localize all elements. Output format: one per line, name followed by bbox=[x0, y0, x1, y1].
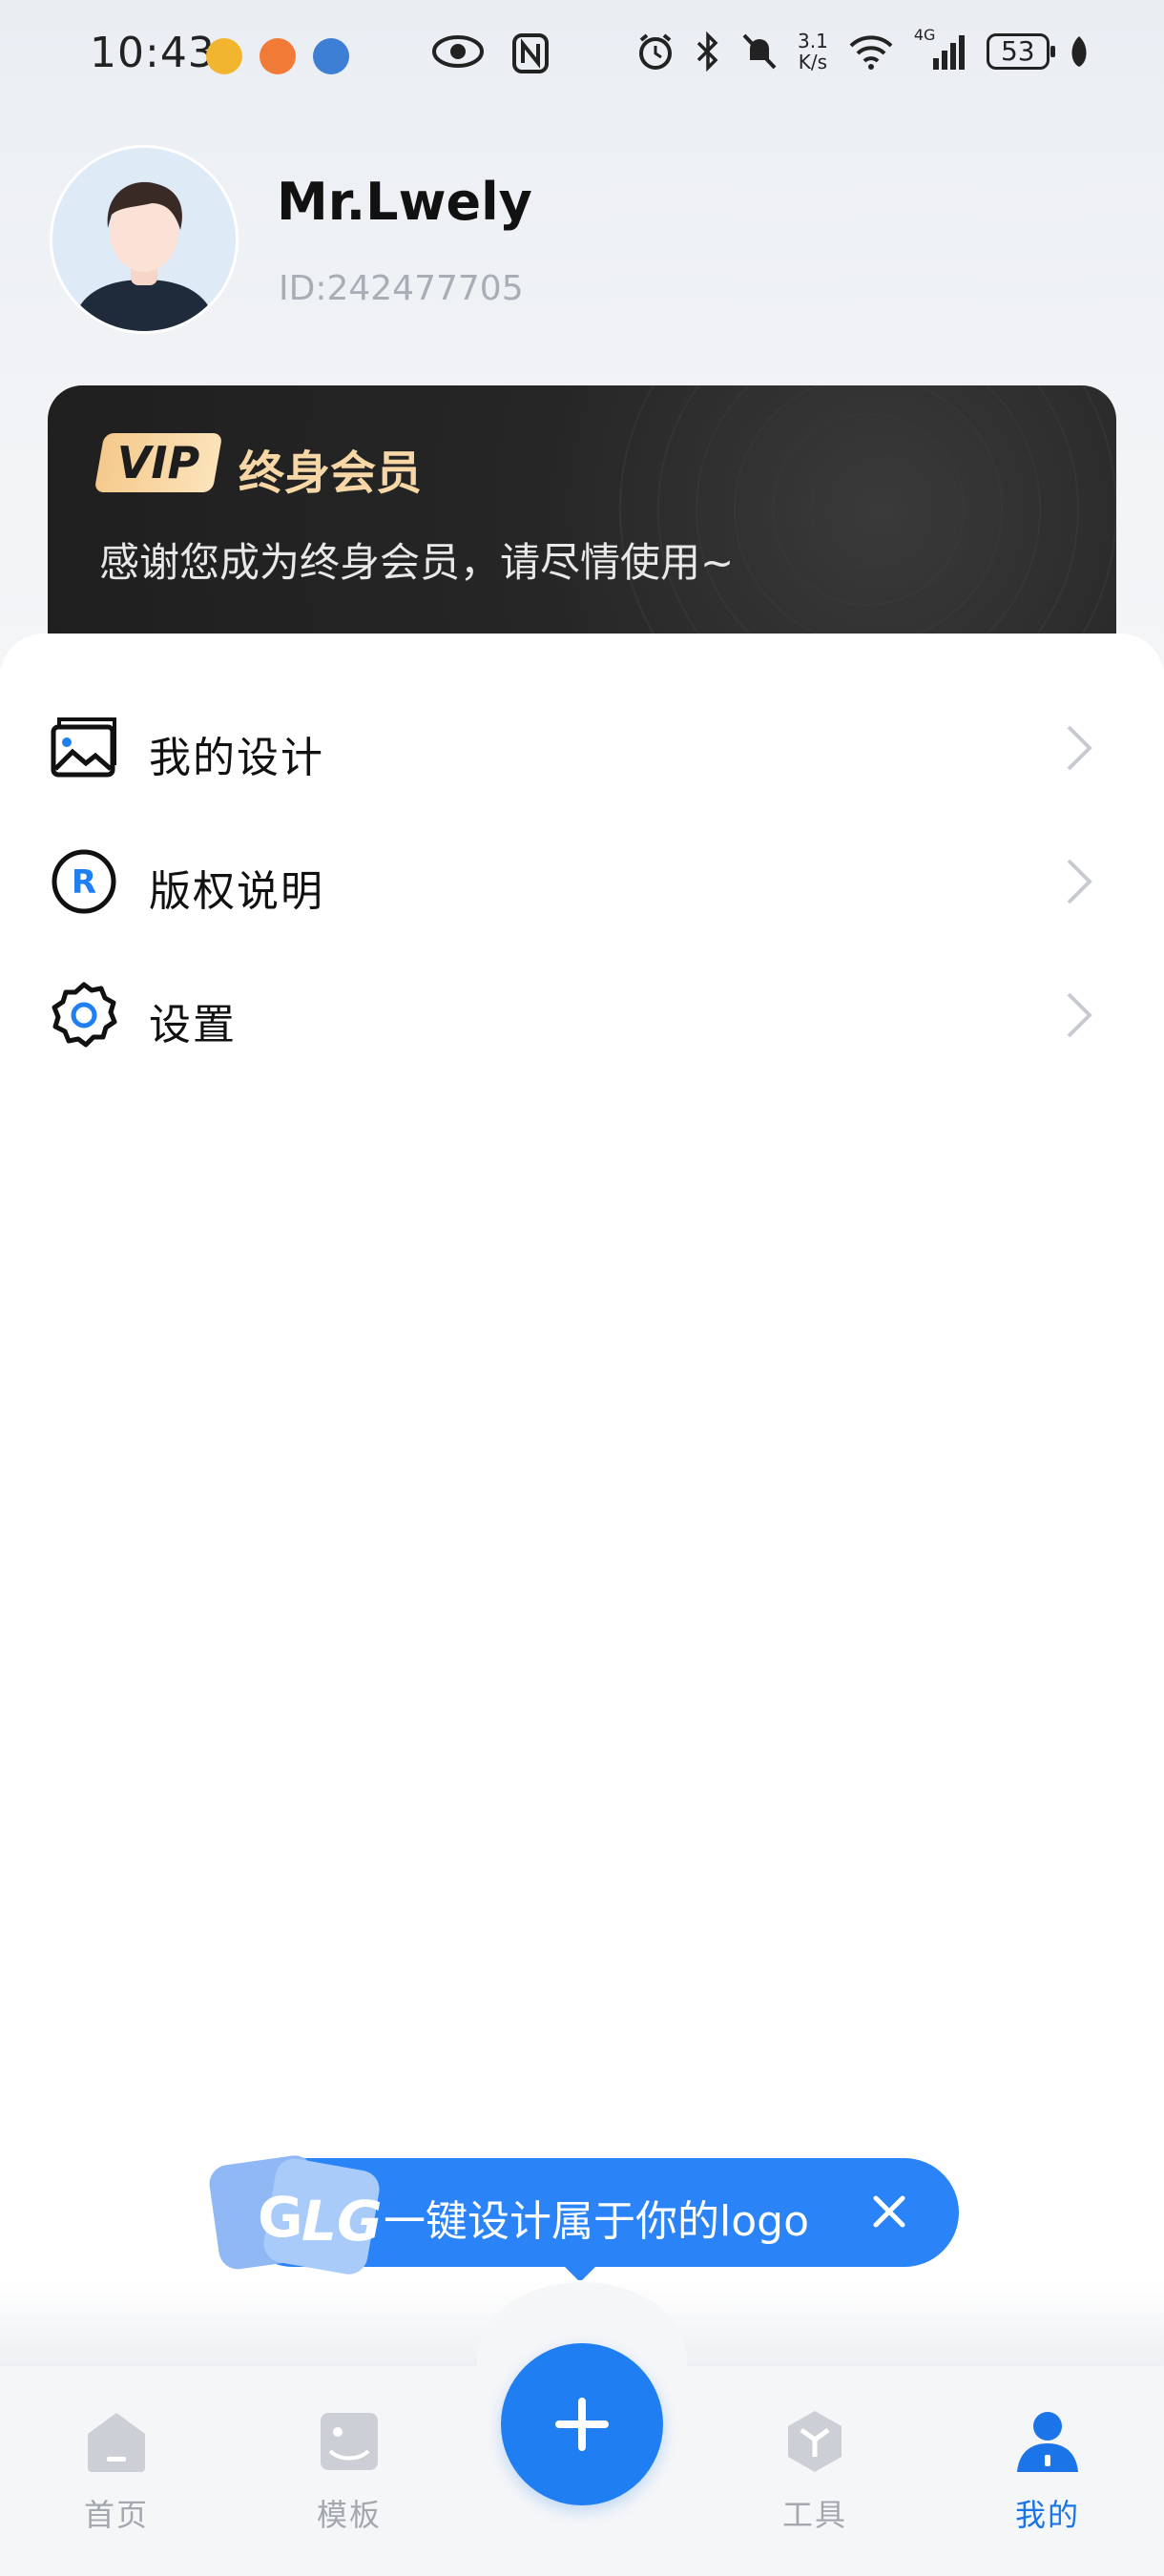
svg-text:R: R bbox=[72, 863, 96, 902]
status-time: 10:43 bbox=[90, 29, 216, 77]
tab-home[interactable]: 首页 bbox=[50, 2409, 183, 2543]
menu-item-my-designs[interactable]: 我的设计 bbox=[0, 681, 1164, 815]
alarm-icon bbox=[639, 33, 672, 70]
plus-icon bbox=[555, 2398, 609, 2451]
eye-icon bbox=[432, 35, 484, 68]
chevron-right-icon bbox=[1067, 725, 1092, 771]
chevron-right-icon bbox=[1067, 859, 1092, 904]
user-id: ID:242477705 bbox=[279, 269, 524, 308]
image-icon bbox=[51, 717, 116, 778]
vip-badge: VIP bbox=[94, 433, 223, 492]
mute-bell-icon bbox=[742, 33, 777, 70]
wifi-icon bbox=[849, 35, 893, 70]
bluetooth-icon bbox=[696, 31, 718, 72]
battery-indicator: 53 bbox=[986, 33, 1055, 70]
home-icon bbox=[88, 2413, 145, 2472]
menu-item-copyright[interactable]: R 版权说明 bbox=[0, 815, 1164, 948]
avatar[interactable] bbox=[50, 145, 239, 334]
promo-banner-tail bbox=[559, 2261, 601, 2282]
menu-label-my-designs: 我的设计 bbox=[149, 734, 324, 782]
menu-label-copyright: 版权说明 bbox=[149, 867, 324, 916]
tools-icon bbox=[788, 2411, 842, 2472]
menu-label-settings: 设置 bbox=[149, 1001, 237, 1049]
username: Mr.Lwely bbox=[277, 172, 532, 232]
qq-icon bbox=[206, 38, 242, 74]
menu-panel: 我的设计 R 版权说明 设置 bbox=[0, 634, 1164, 2370]
nfc-icon bbox=[512, 33, 549, 73]
svg-text:LG: LG bbox=[301, 2189, 383, 2254]
gear-icon bbox=[52, 982, 117, 1048]
leaf-icon bbox=[1071, 36, 1087, 67]
tab-profile[interactable]: 我的 bbox=[981, 2409, 1114, 2543]
tab-tools[interactable]: 工具 bbox=[748, 2409, 882, 2543]
network-speed: 3.1 K/s bbox=[798, 30, 828, 73]
close-icon[interactable] bbox=[864, 2187, 914, 2236]
tab-templates[interactable]: 模板 bbox=[282, 2409, 416, 2543]
mail-app-icon bbox=[260, 38, 296, 74]
svg-text:G: G bbox=[258, 2185, 303, 2250]
logo-design-icon: G LG bbox=[209, 2155, 383, 2275]
vip-title: 终身会员 bbox=[239, 447, 423, 500]
vip-description: 感谢您成为终身会员，请尽情使用~ bbox=[99, 539, 735, 586]
create-button[interactable] bbox=[501, 2343, 663, 2505]
notification-icons bbox=[206, 38, 349, 74]
promo-text: 一键设计属于你的logo bbox=[384, 2197, 809, 2246]
template-icon bbox=[321, 2413, 378, 2470]
cellular-signal-icon: 4G bbox=[914, 26, 967, 72]
status-bar: 10:43 3.1 K/s 4G 53 bbox=[0, 0, 1164, 114]
registered-icon: R bbox=[52, 849, 116, 914]
menu-item-settings[interactable]: 设置 bbox=[0, 948, 1164, 1082]
browser-app-icon bbox=[313, 38, 349, 74]
chevron-right-icon bbox=[1067, 992, 1092, 1038]
profile-icon bbox=[1017, 2412, 1078, 2472]
